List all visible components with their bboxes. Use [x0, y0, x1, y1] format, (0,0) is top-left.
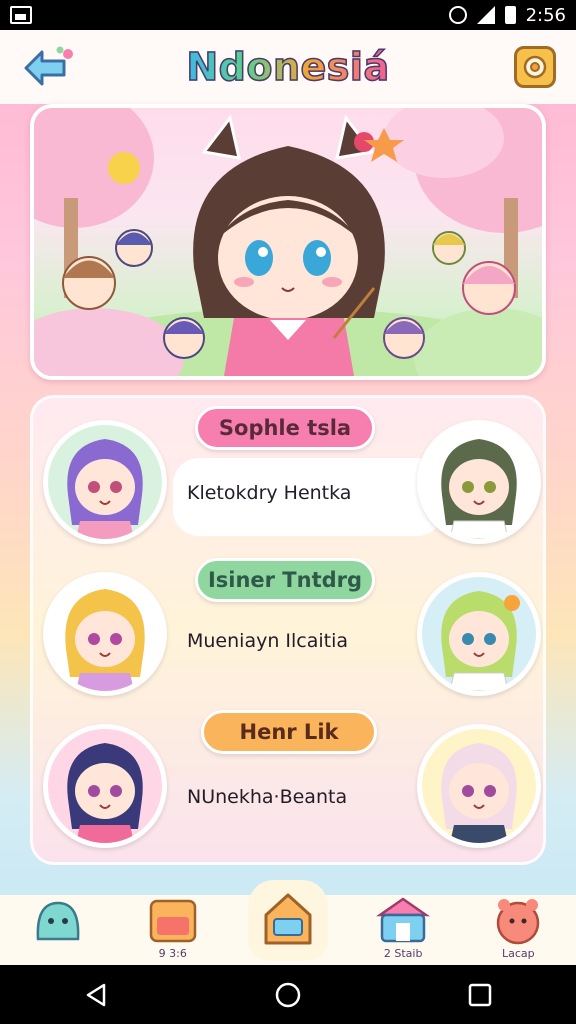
name-pill: Isiner Tntdrg — [195, 558, 375, 602]
hero-illustration — [34, 108, 542, 376]
nav-item-furniture[interactable]: 9 3:6 — [133, 895, 213, 965]
character-name: Isiner Tntdrg — [207, 568, 363, 592]
gallery-notification-icon — [10, 6, 32, 24]
nav-item-slime[interactable] — [18, 895, 98, 965]
slime-icon — [36, 901, 79, 941]
avatar — [417, 724, 541, 848]
character-list: Sophle tsla Kletokdry Hentka Isiner Tntd… — [30, 395, 546, 865]
nav-item-shop[interactable]: 2 Staib — [363, 895, 443, 965]
recents-nav-icon[interactable] — [466, 981, 494, 1009]
back-button[interactable] — [20, 44, 76, 90]
back-nav-icon[interactable] — [82, 981, 110, 1009]
avatar — [43, 724, 167, 848]
gear-icon — [523, 55, 547, 79]
pet-icon — [497, 899, 540, 945]
system-nav-bar — [0, 965, 576, 1024]
character-name: Sophle tsla — [218, 416, 352, 440]
furniture-icon — [149, 899, 197, 943]
list-item[interactable]: Sophle tsla Kletokdry Hentka — [33, 406, 549, 556]
avatar — [43, 572, 167, 696]
hero-banner — [30, 104, 546, 380]
list-item[interactable]: Isiner Tntdrg Mueniayn Ilcaitia — [33, 558, 549, 708]
character-subtitle: NUnekha·Beanta — [187, 786, 348, 808]
signal-icon — [476, 6, 495, 24]
status-bar: 2:56 — [0, 0, 576, 30]
settings-button[interactable] — [514, 46, 556, 88]
nav-item-home[interactable] — [248, 880, 328, 960]
alarm-icon — [448, 6, 467, 24]
back-arrow-icon — [24, 46, 73, 86]
name-pill: Sophle tsla — [195, 406, 375, 450]
nav-item-pet[interactable]: Lacap — [478, 895, 558, 965]
avatar — [43, 420, 167, 544]
avatar — [417, 420, 541, 544]
home-nav-icon[interactable] — [274, 981, 302, 1009]
top-bar: Ndonesiá — [0, 30, 576, 104]
battery-icon — [504, 6, 516, 24]
character-name: Henr Lik — [239, 720, 339, 744]
character-subtitle: Kletokdry Hentka — [187, 482, 352, 504]
shop-icon — [376, 897, 431, 943]
nav-label: Lacap — [502, 947, 535, 960]
nav-label: 9 3:6 — [158, 947, 187, 960]
list-item[interactable]: Henr Lik NUnekha·Beanta — [33, 710, 549, 860]
status-time: 2:56 — [525, 4, 566, 26]
name-pill: Henr Lik — [201, 710, 377, 754]
character-subtitle: Mueniayn Ilcaitia — [187, 630, 349, 652]
nav-label: 2 Staib — [383, 947, 423, 960]
home-icon — [264, 893, 312, 945]
avatar — [417, 572, 541, 696]
page-title: Ndonesiá — [186, 44, 390, 90]
